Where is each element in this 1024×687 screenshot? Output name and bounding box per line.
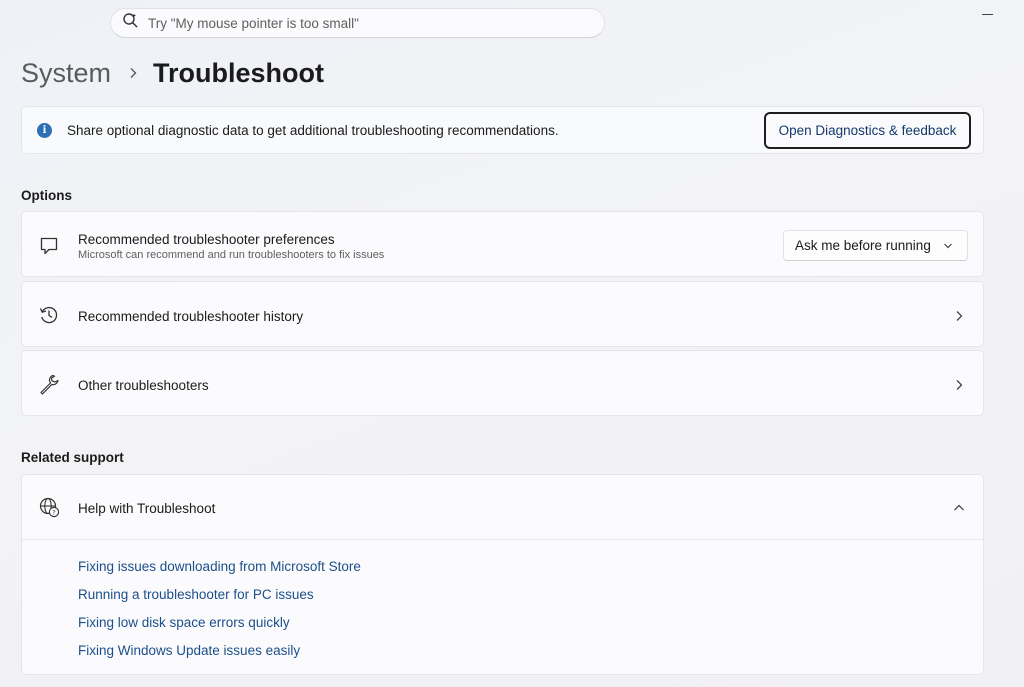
- troubleshooter-preference-dropdown[interactable]: Ask me before running: [783, 230, 968, 261]
- other-troubleshooters-card[interactable]: Other troubleshooters: [21, 350, 984, 416]
- chat-bubble-icon: [38, 235, 60, 257]
- open-diagnostics-button[interactable]: Open Diagnostics & feedback: [764, 112, 971, 149]
- info-icon: i: [37, 123, 52, 138]
- card-subtitle: Microsoft can recommend and run troubles…: [78, 249, 385, 261]
- help-link[interactable]: Fixing low disk space errors quickly: [78, 615, 361, 643]
- help-link[interactable]: Running a troubleshooter for PC issues: [78, 587, 361, 615]
- card-title[interactable]: Help with Troubleshoot: [78, 501, 215, 516]
- svg-text:?: ?: [52, 508, 55, 516]
- history-icon: [38, 304, 60, 326]
- search-icon: [122, 12, 139, 34]
- breadcrumb-parent[interactable]: System: [21, 58, 111, 89]
- search-placeholder: Try "My mouse pointer is too small": [148, 15, 359, 31]
- breadcrumb: System Troubleshoot: [21, 54, 324, 92]
- chevron-up-icon[interactable]: [953, 501, 965, 513]
- help-links-list: Fixing issues downloading from Microsoft…: [78, 559, 361, 671]
- troubleshooter-history-card[interactable]: Recommended troubleshooter history: [21, 281, 984, 347]
- help-link[interactable]: Fixing Windows Update issues easily: [78, 643, 361, 671]
- related-support-heading: Related support: [21, 450, 124, 465]
- diagnostic-banner: i Share optional diagnostic data to get …: [21, 106, 984, 154]
- dropdown-value: Ask me before running: [795, 238, 931, 253]
- search-box[interactable]: Try "My mouse pointer is too small": [110, 8, 605, 38]
- card-title: Recommended troubleshooter preferences: [78, 232, 335, 247]
- divider: [22, 539, 983, 540]
- troubleshooter-preferences-card: Recommended troubleshooter preferences M…: [21, 211, 984, 277]
- options-heading: Options: [21, 188, 72, 203]
- help-link[interactable]: Fixing issues downloading from Microsoft…: [78, 559, 361, 587]
- wrench-icon: [38, 373, 60, 395]
- banner-text: Share optional diagnostic data to get ad…: [67, 123, 559, 138]
- card-title: Other troubleshooters: [78, 378, 209, 393]
- chevron-right-icon: [953, 309, 965, 321]
- chevron-down-icon: [944, 243, 952, 249]
- help-troubleshoot-card: ? Help with Troubleshoot Fixing issues d…: [21, 474, 984, 675]
- chevron-right-icon: [128, 67, 138, 79]
- page-title: Troubleshoot: [153, 57, 325, 88]
- chevron-right-icon: [953, 378, 965, 390]
- globe-help-icon: ?: [38, 496, 60, 518]
- minimize-button[interactable]: [982, 14, 993, 15]
- card-title: Recommended troubleshooter history: [78, 309, 304, 324]
